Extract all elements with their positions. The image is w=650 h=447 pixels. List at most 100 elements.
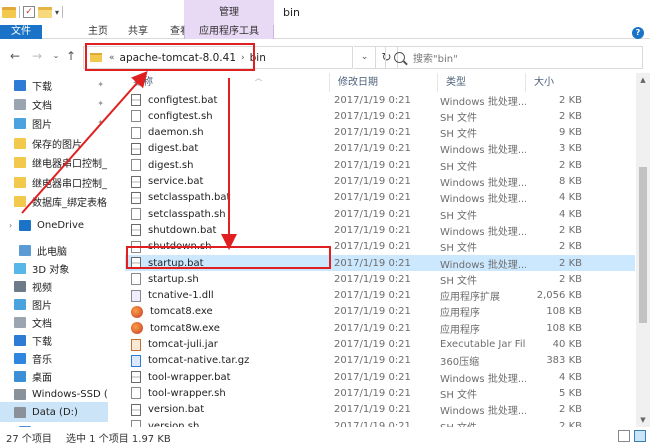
sidebar-item[interactable]: › OneDrive bbox=[0, 215, 108, 235]
file-row[interactable]: setclasspath.bat 2017/1/19 0:21 Windows 批处… bbox=[125, 190, 635, 206]
column-name[interactable]: 名称 bbox=[125, 73, 330, 92]
breadcrumb-segment[interactable]: apache-tomcat-8.0.41 bbox=[118, 52, 239, 64]
sidebar-item[interactable]: 桌面 bbox=[0, 366, 108, 386]
sidebar-item[interactable]: 此电脑 bbox=[0, 240, 108, 260]
column-size[interactable]: 大小 bbox=[526, 73, 582, 92]
file-row[interactable]: shutdown.bat 2017/1/19 0:21 Windows 批处理...… bbox=[125, 222, 635, 238]
tab-file[interactable]: 文件 bbox=[0, 25, 42, 39]
properties-icon[interactable]: ✓ bbox=[23, 6, 35, 18]
column-type[interactable]: 类型 bbox=[438, 73, 526, 92]
title-bar: ✓ ▾ 管理 bin bbox=[0, 0, 650, 25]
scroll-thumb[interactable] bbox=[639, 167, 647, 323]
file-row[interactable]: startup.bat 2017/1/19 0:21 Windows 批处理... 2… bbox=[125, 255, 635, 271]
sh-file-icon bbox=[131, 126, 141, 139]
forward-arrow-icon[interactable]: → bbox=[30, 49, 44, 63]
file-row[interactable]: tool-wrapper.sh 2017/1/19 0:21 SH 文件 5 KB bbox=[125, 385, 635, 401]
scroll-down-icon[interactable]: ▼ bbox=[636, 413, 650, 427]
customize-toolbar-icon[interactable]: ▾ bbox=[55, 8, 59, 17]
recent-dropdown-icon[interactable]: ⌄ bbox=[49, 49, 63, 63]
file-row[interactable]: shutdown.sh 2017/1/19 0:21 SH 文件 2 KB bbox=[125, 239, 635, 255]
help-icon[interactable]: ? bbox=[632, 27, 644, 39]
sidebar-item[interactable]: 保存的图片 bbox=[0, 133, 108, 153]
sidebar-item[interactable]: 音乐 bbox=[0, 348, 108, 368]
scroll-up-icon[interactable]: ▲ bbox=[636, 73, 650, 87]
sidebar-item-label: 图片 bbox=[32, 300, 52, 312]
sidebar-item[interactable]: Windows-SSD ( bbox=[0, 384, 108, 404]
search-placeholder[interactable]: 搜索"bin" bbox=[413, 50, 458, 65]
vertical-scrollbar[interactable]: ▲ ▼ bbox=[636, 73, 650, 427]
address-bar[interactable]: « apache-tomcat-8.0.41 › bin bbox=[83, 46, 353, 69]
file-row[interactable]: tomcat-juli.jar 2017/1/19 0:21 Executable … bbox=[125, 337, 635, 353]
file-type: SH 文件 bbox=[440, 210, 478, 222]
file-size: 4 KB bbox=[559, 192, 582, 204]
tab-application-tools[interactable]: 应用程序工具 bbox=[184, 25, 274, 39]
sidebar-item[interactable]: 3D 对象 bbox=[0, 258, 108, 278]
file-row[interactable]: tcnative-1.dll 2017/1/19 0:21 应用程序扩展 2,056 … bbox=[125, 288, 635, 304]
sidebar-item-label: 保存的图片 bbox=[32, 139, 82, 151]
file-row[interactable]: configtest.sh 2017/1/19 0:21 SH 文件 2 KB bbox=[125, 108, 635, 124]
large-icons-view-icon[interactable] bbox=[634, 430, 646, 442]
file-row[interactable]: tomcat8w.exe 2017/1/19 0:21 应用程序 108 KB bbox=[125, 320, 635, 336]
music-icon bbox=[14, 352, 26, 364]
file-row[interactable]: startup.sh 2017/1/19 0:21 SH 文件 2 KB bbox=[125, 271, 635, 287]
sidebar-item[interactable]: 文档 ✦ bbox=[0, 94, 108, 114]
file-name-cell: shutdown.sh bbox=[125, 240, 330, 253]
computer-icon bbox=[19, 244, 31, 256]
details-view-icon[interactable] bbox=[618, 430, 630, 442]
sidebar-item[interactable]: 继电器串口控制_ bbox=[0, 172, 108, 192]
file-row[interactable]: version.sh2017/1/19 0:21SH 文件2 KB bbox=[125, 418, 635, 427]
search-box[interactable]: 搜索"bin" bbox=[385, 46, 643, 69]
file-row[interactable]: tomcat-native.tar.gz 2017/1/19 0:21 360压缩 3… bbox=[125, 353, 635, 369]
overflow-chevron-icon[interactable]: « bbox=[109, 53, 115, 63]
sidebar-item-label: 继电器串口控制_ bbox=[32, 158, 107, 170]
breadcrumb-segment[interactable]: bin bbox=[248, 52, 268, 64]
new-folder-icon[interactable] bbox=[38, 6, 52, 18]
up-arrow-icon[interactable]: ↑ bbox=[64, 49, 78, 63]
file-row[interactable]: version.bat 2017/1/19 0:21 Windows 批处理... 2… bbox=[125, 402, 635, 418]
sidebar-item[interactable]: 数据库_绑定表格 bbox=[0, 191, 108, 211]
sidebar-item[interactable]: 图片 ✦ bbox=[0, 113, 108, 133]
file-row[interactable]: setclasspath.sh 2017/1/19 0:21 SH 文件 4 KB bbox=[125, 206, 635, 222]
video-icon bbox=[14, 280, 26, 292]
sidebar-item[interactable]: Data (D:) bbox=[0, 402, 108, 422]
file-row[interactable]: tomcat8.exe 2017/1/19 0:21 应用程序 108 KB bbox=[125, 304, 635, 320]
pin-icon: ✦ bbox=[97, 80, 104, 89]
sidebar-item-label: 视频 bbox=[32, 282, 52, 294]
sidebar-item[interactable]: 下载 bbox=[0, 330, 108, 350]
file-name-cell: tomcat8.exe bbox=[125, 305, 330, 318]
file-name: tomcat-native.tar.gz bbox=[148, 355, 250, 367]
file-size: 4 KB bbox=[559, 371, 582, 383]
file-name-cell: tool-wrapper.bat bbox=[125, 371, 330, 384]
download-icon bbox=[14, 79, 26, 91]
sidebar-item[interactable]: 图片 bbox=[0, 294, 108, 314]
file-name: tool-wrapper.bat bbox=[148, 371, 231, 383]
file-row[interactable]: configtest.bat 2017/1/19 0:21 Windows 批处理.… bbox=[125, 92, 635, 108]
file-row[interactable]: tool-wrapper.bat 2017/1/19 0:21 Windows 批处… bbox=[125, 369, 635, 385]
expand-arrow-icon[interactable]: › bbox=[9, 221, 19, 230]
tab-home[interactable]: 主页 bbox=[80, 25, 116, 39]
file-date: 2017/1/19 0:21 bbox=[334, 208, 411, 220]
column-date[interactable]: 修改日期 bbox=[330, 73, 438, 92]
back-arrow-icon[interactable]: ← bbox=[8, 49, 22, 63]
sidebar-item[interactable]: 文档 bbox=[0, 312, 108, 332]
file-date: 2017/1/19 0:21 bbox=[334, 387, 411, 399]
sh-file-icon bbox=[131, 110, 141, 123]
address-dropdown-icon[interactable]: ⌄ bbox=[354, 46, 376, 69]
file-type: Windows 批处理... bbox=[440, 96, 526, 108]
file-row[interactable]: service.bat 2017/1/19 0:21 Windows 批处理... 8… bbox=[125, 174, 635, 190]
drive-icon bbox=[14, 406, 26, 418]
file-size: 5 KB bbox=[559, 387, 582, 399]
item-count: 27 个项目 bbox=[6, 434, 52, 445]
bat-file-icon bbox=[131, 371, 141, 384]
tab-share[interactable]: 共享 bbox=[120, 25, 156, 39]
sidebar-item[interactable]: 视频 bbox=[0, 276, 108, 296]
file-row[interactable]: daemon.sh 2017/1/19 0:21 SH 文件 9 KB bbox=[125, 125, 635, 141]
file-date: 2017/1/19 0:21 bbox=[334, 273, 411, 285]
file-date: 2017/1/19 0:21 bbox=[334, 176, 411, 187]
file-row[interactable]: digest.bat 2017/1/19 0:21 Windows 批处理... 3 … bbox=[125, 141, 635, 157]
file-type: Windows 批处理... bbox=[440, 178, 526, 189]
file-row[interactable]: digest.sh 2017/1/19 0:21 SH 文件 2 KB bbox=[125, 157, 635, 173]
sidebar-item[interactable]: 下载 ✦ bbox=[0, 75, 108, 95]
sidebar-item[interactable]: 继电器串口控制_ bbox=[0, 152, 108, 172]
chevron-right-icon[interactable]: › bbox=[241, 53, 245, 63]
